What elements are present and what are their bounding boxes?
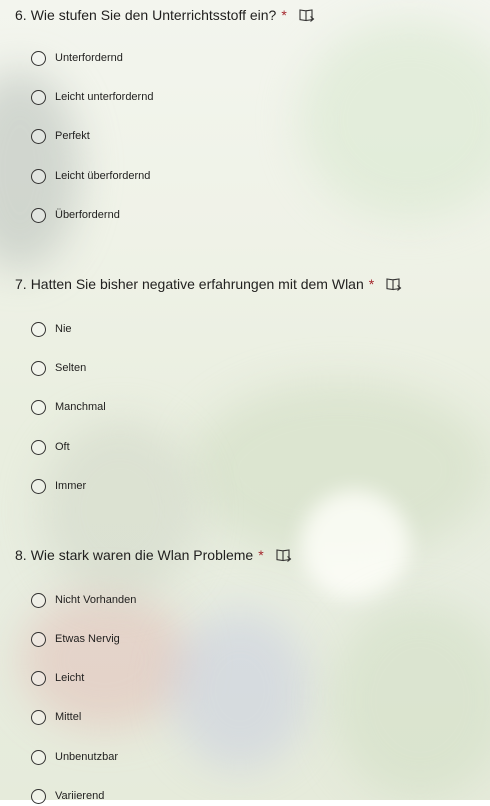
question-6: 6. Wie stufen Sie den Unterrichtsstoff e… — [15, 4, 490, 223]
required-mark: * — [258, 547, 264, 563]
radio-button[interactable] — [31, 50, 46, 66]
background-blur — [330, 600, 490, 800]
option-label: Variierend — [55, 790, 105, 802]
option-label: Selten — [55, 362, 87, 374]
option-etwas-nervig[interactable]: Etwas Nervig — [31, 629, 120, 649]
radio-button[interactable] — [31, 592, 46, 608]
radio-button[interactable] — [31, 749, 46, 765]
option-perfekt[interactable]: Perfekt — [31, 126, 90, 146]
radio-button[interactable] — [31, 709, 46, 725]
option-label: Perfekt — [55, 130, 90, 142]
option-leicht[interactable]: Leicht — [31, 668, 84, 688]
required-mark: * — [368, 276, 375, 292]
option-leicht-ueberfordernd[interactable]: Leicht überfordernd — [31, 166, 150, 186]
option-manchmal[interactable]: Manchmal — [31, 397, 106, 417]
option-unterfordernd[interactable]: Unterfordernd — [31, 48, 123, 68]
option-nie[interactable]: Nie — [31, 319, 72, 339]
option-variierend[interactable]: Variierend — [31, 786, 104, 806]
option-ueberfordernd[interactable]: Überfordernd — [31, 205, 120, 225]
radio-button[interactable] — [31, 207, 46, 223]
option-label: Nie — [55, 323, 72, 335]
radio-button[interactable] — [31, 89, 46, 105]
option-leicht-unterfordernd[interactable]: Leicht unterfordernd — [31, 87, 153, 107]
option-label: Leicht überfordernd — [55, 170, 151, 182]
question-text: Wie stufen Sie den Unterrichtsstoff ein? — [30, 7, 277, 23]
radio-button[interactable] — [31, 478, 46, 494]
question-number: 8. — [15, 547, 27, 563]
radio-button[interactable] — [31, 128, 46, 144]
required-mark: * — [281, 7, 287, 23]
radio-button[interactable] — [31, 670, 46, 686]
question-number: 6. — [15, 7, 27, 23]
radio-button[interactable] — [31, 168, 46, 184]
option-label: Leicht unterfordernd — [55, 91, 154, 103]
radio-button[interactable] — [31, 399, 46, 415]
radio-button[interactable] — [31, 788, 46, 804]
question-title: 7. Hatten Sie bisher negative erfahrunge… — [15, 273, 490, 295]
question-text: Wie stark waren die Wlan Probleme — [30, 547, 254, 563]
option-unbenutzbar[interactable]: Unbenutzbar — [31, 747, 118, 767]
option-label: Leicht — [55, 672, 85, 684]
immersive-reader-icon[interactable] — [276, 548, 292, 562]
question-7: 7. Hatten Sie bisher negative erfahrunge… — [15, 273, 490, 494]
option-label: Nicht Vorhanden — [55, 594, 137, 606]
option-label: Unterfordernd — [55, 52, 123, 64]
radio-button[interactable] — [31, 321, 46, 337]
option-label: Mittel — [55, 711, 82, 723]
option-oft[interactable]: Oft — [31, 437, 70, 457]
background-blur — [170, 610, 310, 770]
radio-button[interactable] — [31, 360, 46, 376]
question-title: 6. Wie stufen Sie den Unterrichtsstoff e… — [15, 4, 490, 26]
option-selten[interactable]: Selten — [31, 358, 86, 378]
option-mittel[interactable]: Mittel — [31, 707, 81, 727]
question-number: 7. — [15, 276, 27, 292]
option-immer[interactable]: Immer — [31, 476, 86, 496]
radio-button[interactable] — [31, 439, 46, 455]
option-label: Etwas Nervig — [55, 633, 120, 645]
option-label: Immer — [55, 480, 87, 492]
radio-button[interactable] — [31, 631, 46, 647]
immersive-reader-icon[interactable] — [299, 8, 315, 22]
option-label: Unbenutzbar — [55, 751, 118, 763]
immersive-reader-icon[interactable] — [386, 277, 402, 291]
background-blur — [300, 20, 490, 220]
question-title: 8. Wie stark waren die Wlan Probleme * — [15, 544, 490, 566]
option-nicht-vorhanden[interactable]: Nicht Vorhanden — [31, 590, 136, 610]
question-text: Hatten Sie bisher negative erfahrungen m… — [30, 276, 364, 292]
option-label: Überfordernd — [55, 209, 120, 221]
option-label: Manchmal — [55, 401, 106, 413]
option-label: Oft — [55, 441, 70, 453]
question-8: 8. Wie stark waren die Wlan Probleme * N… — [15, 544, 490, 804]
